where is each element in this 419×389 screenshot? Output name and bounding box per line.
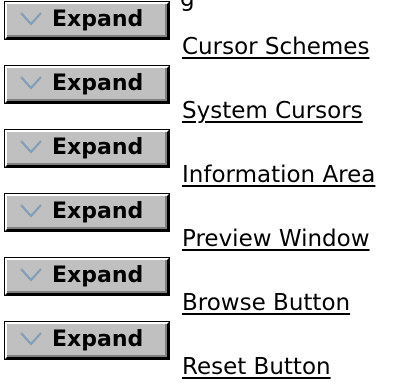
section-row-reset-button: Expand Reset Button — [5, 322, 419, 384]
chevron-down-icon — [20, 268, 42, 282]
chevron-down-icon — [20, 76, 42, 90]
chevron-down-icon — [20, 204, 42, 218]
expand-button[interactable]: Expand — [5, 322, 169, 359]
expand-button[interactable]: Expand — [5, 66, 169, 103]
section-row-system-cursors: Expand System Cursors — [5, 66, 419, 128]
expand-button-label: Expand — [52, 327, 144, 352]
expand-button-label: Expand — [52, 263, 144, 288]
chevron-down-icon — [20, 12, 42, 26]
section-row-information-area: Expand Information Area — [5, 130, 419, 192]
expand-button-label: Expand — [52, 71, 144, 96]
chevron-down-icon — [20, 140, 42, 154]
expand-button-label: Expand — [52, 199, 144, 224]
expand-button[interactable]: Expand — [5, 2, 169, 39]
section-row-cursor-schemes: Expand Cursor Schemes — [5, 2, 419, 64]
link-reset-button[interactable]: Reset Button — [182, 353, 331, 381]
link-browse-button[interactable]: Browse Button — [182, 289, 350, 317]
link-information-area[interactable]: Information Area — [182, 161, 375, 189]
expand-button[interactable]: Expand — [5, 194, 169, 231]
expand-button[interactable]: Expand — [5, 258, 169, 295]
link-preview-window[interactable]: Preview Window — [182, 225, 370, 253]
expand-button-label: Expand — [52, 7, 144, 32]
link-system-cursors[interactable]: System Cursors — [182, 97, 363, 125]
chevron-down-icon — [20, 332, 42, 346]
section-row-preview-window: Expand Preview Window — [5, 194, 419, 256]
expand-button-label: Expand — [52, 135, 144, 160]
section-row-browse-button: Expand Browse Button — [5, 258, 419, 320]
expand-button[interactable]: Expand — [5, 130, 169, 167]
link-cursor-schemes[interactable]: Cursor Schemes — [182, 33, 369, 61]
